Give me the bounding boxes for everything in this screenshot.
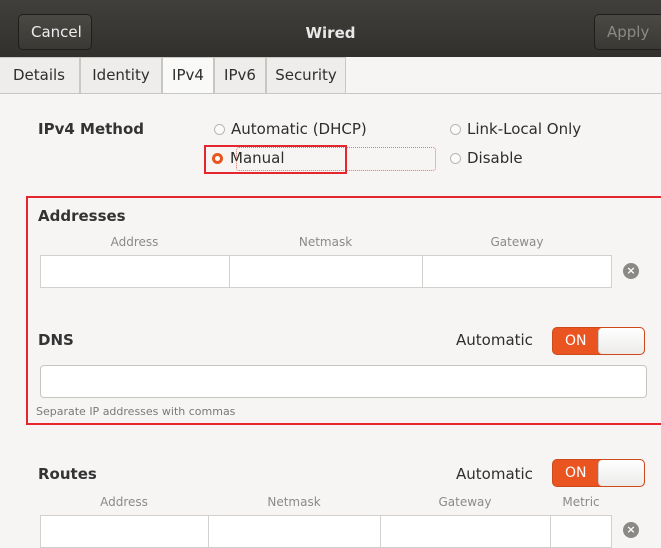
routes-title: Routes [38, 465, 97, 483]
delete-route-icon[interactable]: × [623, 522, 639, 538]
routes-col-gateway: Gateway [438, 495, 492, 509]
tab-ipv6[interactable]: IPv6 [214, 57, 266, 93]
apply-button[interactable]: Apply [594, 14, 661, 50]
route-address-input[interactable] [40, 515, 209, 548]
route-gateway-input[interactable] [380, 515, 551, 548]
tab-bar: Details Identity IPv4 IPv6 Security [0, 57, 661, 94]
radio-link-local-only[interactable] [450, 124, 461, 135]
option-disable-label[interactable]: Disable [467, 149, 523, 167]
option-manual-label[interactable]: Manual [230, 149, 285, 167]
tab-security[interactable]: Security [266, 57, 346, 93]
address-input[interactable] [40, 255, 230, 288]
dns-servers-input[interactable] [40, 365, 647, 398]
dns-toggle-on-label: ON [565, 333, 587, 349]
radio-automatic-dhcp[interactable] [214, 124, 225, 135]
gateway-input[interactable] [422, 255, 612, 288]
tab-ipv4[interactable]: IPv4 [162, 57, 214, 93]
delete-address-icon[interactable]: × [623, 263, 639, 279]
netmask-input[interactable] [229, 255, 423, 288]
addresses-col-netmask: Netmask [298, 235, 353, 249]
tab-details[interactable]: Details [0, 57, 80, 93]
dns-automatic-label: Automatic [456, 331, 533, 349]
addresses-title: Addresses [38, 207, 126, 225]
tab-identity[interactable]: Identity [80, 57, 162, 93]
routes-automatic-toggle[interactable]: ON [552, 459, 645, 487]
cancel-button[interactable]: Cancel [18, 14, 92, 50]
routes-col-netmask: Netmask [267, 495, 321, 509]
route-metric-input[interactable] [550, 515, 612, 548]
route-netmask-input[interactable] [208, 515, 381, 548]
radio-disable[interactable] [450, 153, 461, 164]
routes-col-metric: Metric [562, 495, 600, 509]
addresses-col-address: Address [110, 235, 159, 249]
option-automatic-dhcp-label[interactable]: Automatic (DHCP) [231, 120, 367, 138]
option-link-local-label[interactable]: Link-Local Only [467, 120, 581, 138]
ipv4-method-label: IPv4 Method [38, 120, 145, 138]
routes-automatic-label: Automatic [456, 465, 533, 483]
addresses-col-gateway: Gateway [490, 235, 544, 249]
dns-hint-text: Separate IP addresses with commas [36, 405, 236, 418]
routes-col-address: Address [100, 495, 148, 509]
routes-toggle-on-label: ON [565, 465, 587, 481]
dns-toggle-knob [598, 328, 644, 354]
dns-automatic-toggle[interactable]: ON [552, 327, 645, 355]
routes-toggle-knob [598, 460, 644, 486]
dns-title: DNS [38, 331, 74, 349]
radio-manual[interactable] [212, 153, 223, 164]
